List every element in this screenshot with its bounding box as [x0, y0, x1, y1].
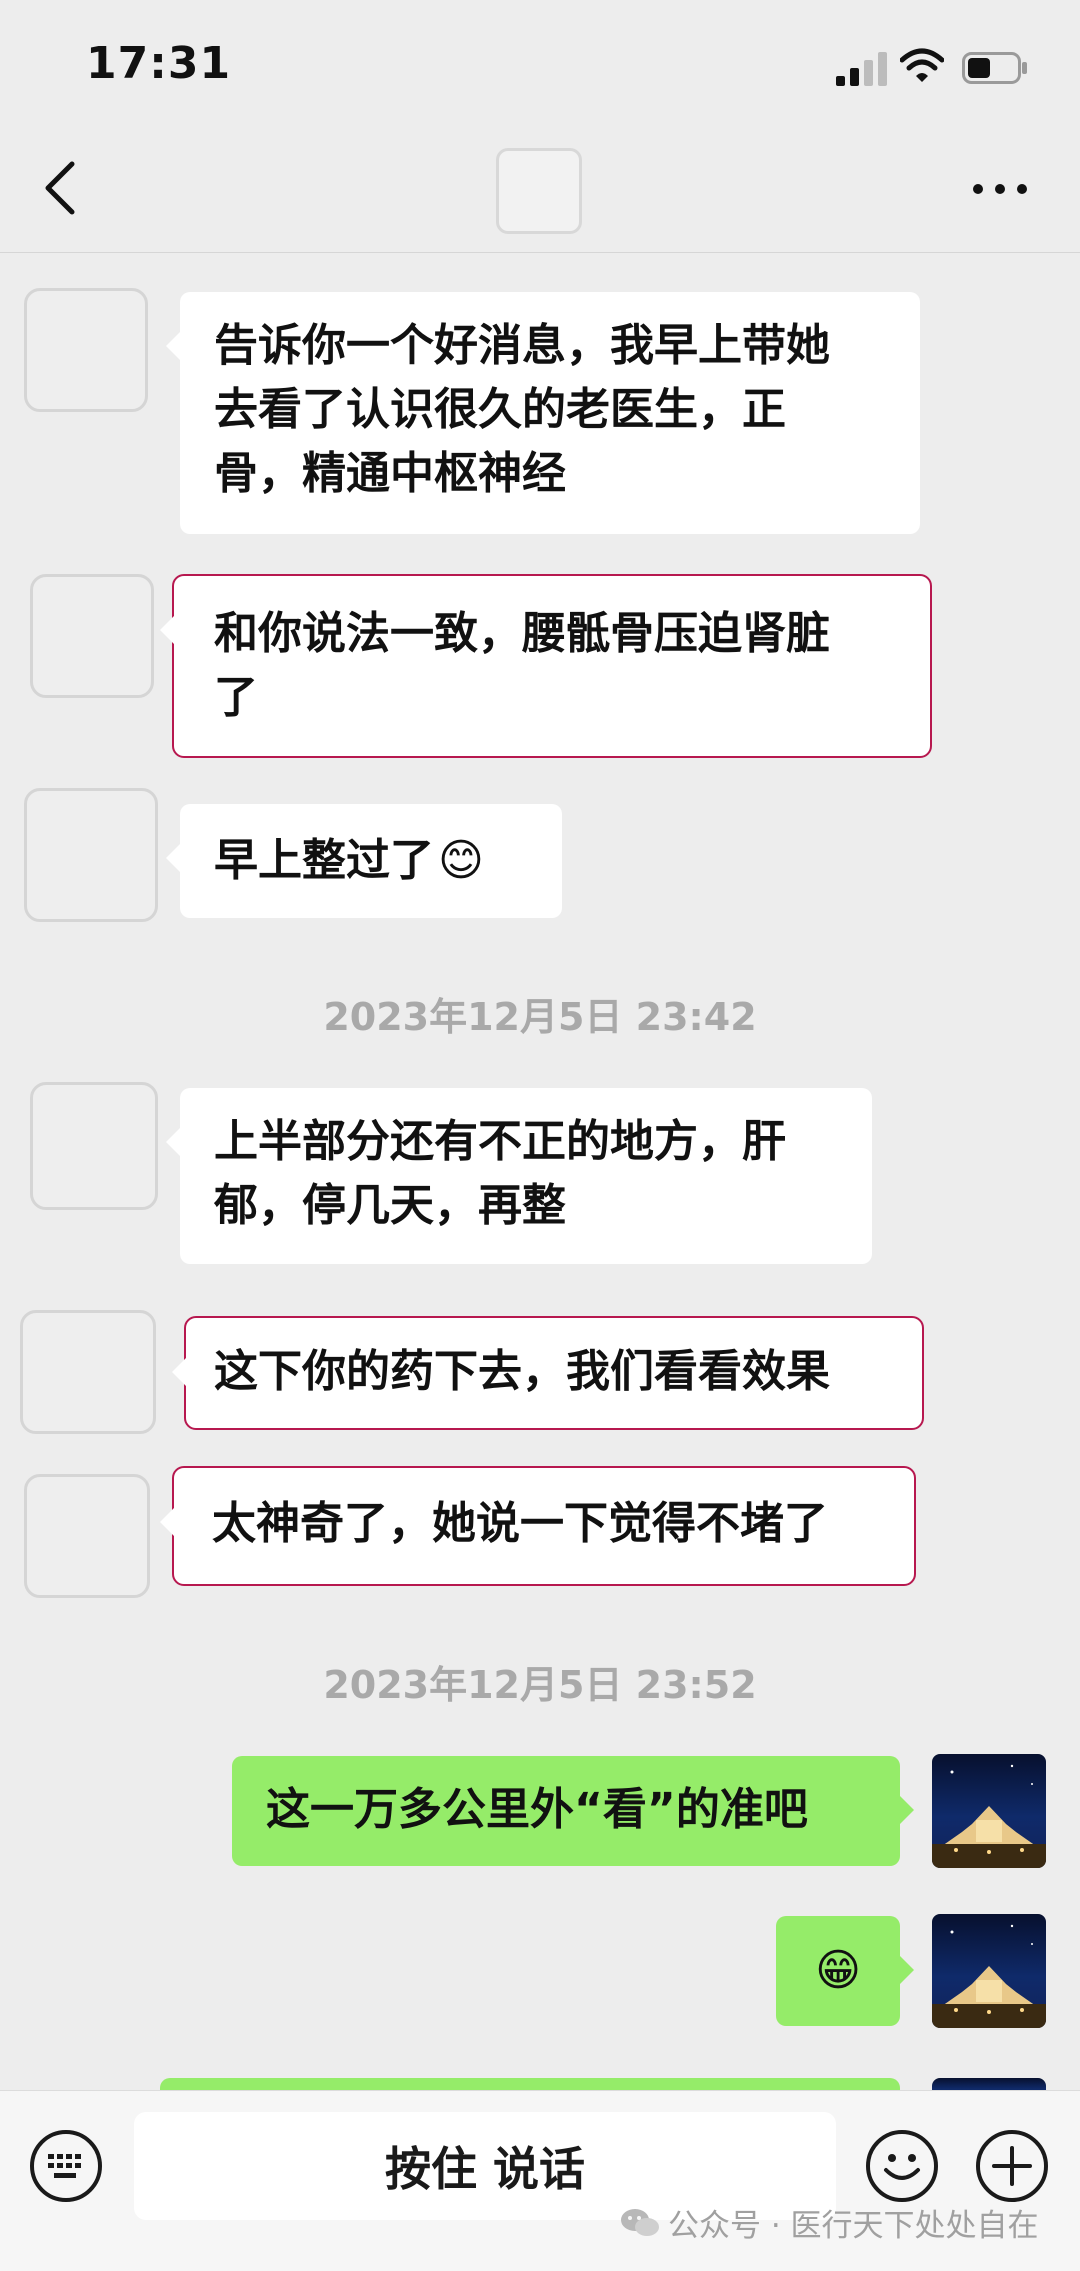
grin-emoji: 😁 [815, 1945, 861, 1996]
battery-icon [962, 52, 1027, 84]
chat-title-avatar [496, 148, 582, 234]
incoming-message[interactable]: 告诉你一个好消息，我早上带她 去看了认识很久的老医生，正 骨，精通中枢神经 [166, 292, 920, 534]
message-text: 太神奇了，她说一下觉得不堵了 [212, 1498, 828, 1549]
back-icon[interactable] [40, 158, 80, 218]
contact-avatar[interactable] [30, 574, 154, 698]
outgoing-message[interactable]: 😁 [776, 1916, 914, 2026]
incoming-message[interactable]: 早上整过了 😊 [166, 804, 562, 918]
watermark-text: 公众号 · 医行天下处处自在 [668, 2208, 1039, 2244]
more-icon[interactable] [970, 174, 1030, 204]
message-line: 和你说法一致，腰骶骨压迫肾脏 [214, 608, 830, 659]
my-avatar[interactable] [932, 1754, 1046, 1868]
plus-button[interactable] [976, 2130, 1048, 2202]
message-text: 这下你的药下去，我们看看效果 [214, 1346, 830, 1397]
emoji-icon [884, 2154, 920, 2180]
message-line: 骨，精通中枢神经 [214, 448, 566, 499]
incoming-message[interactable]: 上半部分还有不正的地方，肝 郁，停几天，再整 [166, 1088, 872, 1264]
message-line: 告诉你一个好消息，我早上带她 [214, 320, 830, 371]
smile-emoji: 😊 [438, 835, 484, 886]
message-line: 郁，停几天，再整 [214, 1180, 566, 1231]
message-line: 上半部分还有不正的地方，肝 [214, 1116, 786, 1167]
plus-icon [992, 2146, 1032, 2186]
timestamp: 2023年12月5日 23:42 [323, 995, 757, 1039]
my-avatar[interactable] [932, 1914, 1046, 2028]
contact-avatar[interactable] [24, 1474, 150, 1598]
wechat-icon [621, 2208, 659, 2236]
contact-avatar[interactable] [24, 288, 148, 412]
keyboard-button[interactable] [30, 2130, 102, 2202]
contact-avatar[interactable] [20, 1310, 156, 1434]
night-palace-image [932, 1924, 1046, 2028]
message-text: 早上整过了 [214, 835, 434, 886]
outgoing-message[interactable]: 这一万多公里外“看”的准吧 [232, 1756, 914, 1866]
watermark: 公众号 · 医行天下处处自在 [620, 2200, 1039, 2245]
status-time: 17:31 [86, 38, 232, 89]
message-text: 这一万多公里外“看”的准吧 [266, 1784, 808, 1835]
incoming-message-highlighted[interactable]: 太神奇了，她说一下觉得不堵了 [160, 1466, 916, 1586]
emoji-button[interactable] [866, 2130, 938, 2202]
wifi-icon [900, 48, 944, 82]
signal-icon [836, 52, 887, 86]
message-line: 去看了认识很久的老医生，正 [214, 384, 786, 435]
night-palace-image [932, 1764, 1046, 1868]
contact-avatar[interactable] [30, 1082, 158, 1210]
incoming-message-highlighted[interactable]: 和你说法一致，腰骶骨压迫肾脏 了 [160, 574, 932, 758]
incoming-message-highlighted[interactable]: 这下你的药下去，我们看看效果 [172, 1316, 924, 1430]
timestamp: 2023年12月5日 23:52 [323, 1663, 757, 1707]
message-line: 了 [214, 672, 258, 723]
contact-avatar[interactable] [24, 788, 158, 922]
keyboard-icon [48, 2154, 81, 2178]
